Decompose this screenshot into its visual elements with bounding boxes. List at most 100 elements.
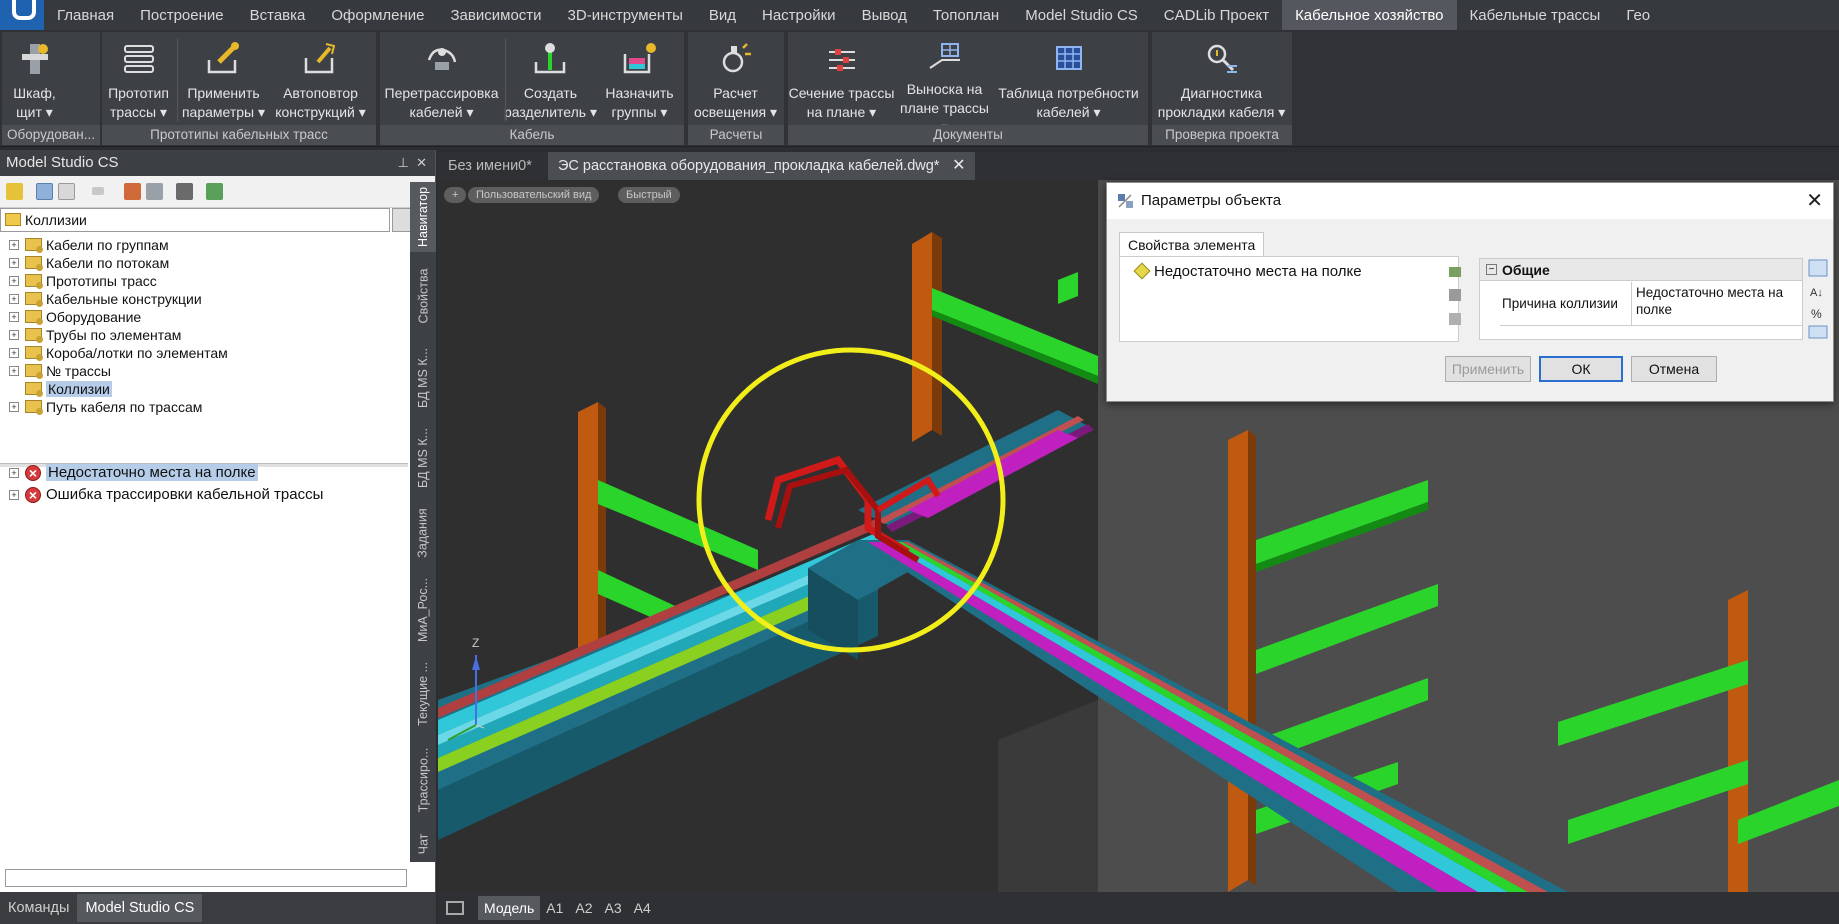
expand-icon[interactable]: + bbox=[9, 366, 19, 376]
tab-commands[interactable]: Команды bbox=[0, 894, 77, 922]
menu-geo[interactable]: Гео bbox=[1613, 0, 1663, 30]
collision-item[interactable]: +Недостаточно места на полке bbox=[0, 462, 408, 484]
expand-icon[interactable]: + bbox=[9, 276, 19, 286]
menu-output[interactable]: Вывод bbox=[849, 0, 920, 30]
element-item[interactable]: Недостаточно места на полке bbox=[1133, 262, 1362, 280]
minus-icon[interactable] bbox=[92, 187, 104, 195]
route-prototype-button[interactable]: Прототип трассы ▾ bbox=[102, 32, 176, 126]
apply-button[interactable]: Применить bbox=[1445, 356, 1531, 382]
tree-view-icon[interactable] bbox=[36, 183, 53, 200]
tree-item[interactable]: + Оборудование bbox=[0, 308, 408, 326]
expand-icon[interactable]: + bbox=[9, 240, 19, 250]
expand-icon[interactable]: + bbox=[9, 258, 19, 268]
menu-cadlib[interactable]: CADLib Проект bbox=[1151, 0, 1282, 30]
tree-item[interactable]: + Прототипы трасс bbox=[0, 272, 408, 290]
property-group-general[interactable]: − Общие bbox=[1480, 259, 1802, 281]
menu-insert[interactable]: Вставка bbox=[237, 0, 319, 30]
cabinet-button[interactable]: Шкаф, щит ▾ bbox=[2, 32, 68, 126]
menu-settings[interactable]: Настройки bbox=[749, 0, 849, 30]
tree-item[interactable]: + № трассы bbox=[0, 362, 408, 380]
callout-button[interactable]: Выноска на плане трассы ▾ bbox=[896, 32, 994, 135]
view-name-button[interactable]: Пользовательский вид bbox=[468, 187, 600, 203]
tree-item[interactable]: + Трубы по элементам bbox=[0, 326, 408, 344]
pin-icon[interactable]: ⊥ bbox=[398, 155, 409, 170]
expand-icon[interactable]: + bbox=[9, 348, 19, 358]
cable-laying-diagnostics-button[interactable]: Диагностика прокладки кабеля ▾ bbox=[1152, 32, 1292, 126]
tab-model[interactable]: Модель bbox=[478, 896, 541, 920]
vtab-current[interactable]: Текущие ... bbox=[410, 654, 436, 734]
settings-icon[interactable] bbox=[146, 183, 163, 200]
folder-icon bbox=[25, 346, 43, 361]
expand-icon[interactable]: + bbox=[9, 402, 19, 412]
tree-item[interactable]: + Кабели по потокам bbox=[0, 254, 408, 272]
tab-a2[interactable]: A2 bbox=[569, 896, 598, 920]
tab-a3[interactable]: A3 bbox=[599, 896, 628, 920]
binoculars-icon[interactable] bbox=[176, 183, 193, 200]
tree-item[interactable]: + Кабельные конструкции bbox=[0, 290, 408, 308]
viewport-menu-button[interactable]: + bbox=[444, 187, 467, 203]
list-view-icon[interactable] bbox=[58, 183, 75, 200]
tree-item[interactable]: + Кабели по группам bbox=[0, 236, 408, 254]
doc-tab-untitled[interactable]: Без имени0* bbox=[438, 152, 548, 180]
close-icon[interactable]: ✕ bbox=[416, 155, 427, 170]
panel-command-input[interactable] bbox=[5, 869, 407, 887]
apply-parameters-button[interactable]: Применить параметры ▾ bbox=[176, 32, 272, 126]
route-section-button[interactable]: Сечение трассы на плане ▾ bbox=[788, 32, 896, 126]
ok-button[interactable]: ОК bbox=[1539, 356, 1623, 382]
menu-view[interactable]: Вид bbox=[696, 0, 749, 30]
app-logo-icon[interactable] bbox=[0, 0, 44, 30]
export-icon[interactable] bbox=[206, 183, 223, 200]
vtab-mia[interactable]: МиА_Рос... bbox=[410, 570, 436, 650]
reroute-cables-button[interactable]: Перетрассировка кабелей ▾ bbox=[380, 32, 504, 126]
tab-element-properties[interactable]: Свойства элемента bbox=[1119, 232, 1265, 256]
expand-icon[interactable]: + bbox=[9, 294, 19, 304]
tab-model-studio[interactable]: Model Studio CS bbox=[77, 894, 203, 922]
svg-text:A↓: A↓ bbox=[1810, 287, 1823, 299]
menu-cable-routes[interactable]: Кабельные трассы bbox=[1457, 0, 1614, 30]
vtab-tasks[interactable]: Задания bbox=[410, 500, 436, 566]
tree-item-collisions[interactable]: Коллизии bbox=[0, 380, 408, 398]
property-value[interactable]: Недостаточно места на полке bbox=[1636, 284, 1800, 318]
layout-grid-icon[interactable] bbox=[446, 901, 464, 915]
vtab-navigator[interactable]: Навигатор bbox=[410, 182, 436, 252]
filter-combo[interactable]: Коллизии bbox=[0, 208, 390, 232]
tab-a1[interactable]: A1 bbox=[540, 896, 569, 920]
menu-home[interactable]: Главная bbox=[44, 0, 127, 30]
collapse-icon[interactable]: − bbox=[1486, 264, 1497, 275]
cancel-button[interactable]: Отмена bbox=[1631, 356, 1717, 382]
vtab-db-2[interactable]: БД MS К... bbox=[410, 420, 436, 496]
create-divider-button[interactable]: Создать разделитель ▾ bbox=[504, 32, 598, 126]
vtab-chat[interactable]: Чат bbox=[410, 826, 436, 862]
menu-format[interactable]: Оформление bbox=[318, 0, 437, 30]
menu-model-studio[interactable]: Model Studio CS bbox=[1012, 0, 1151, 30]
add-folder-icon[interactable] bbox=[6, 183, 23, 200]
vtab-db-1[interactable]: БД MS К... bbox=[410, 340, 436, 416]
tab-a4[interactable]: A4 bbox=[628, 896, 657, 920]
lighting-calc-button[interactable]: Расчет освещения ▾ bbox=[688, 32, 784, 126]
menu-build[interactable]: Построение bbox=[127, 0, 237, 30]
close-tab-icon[interactable]: ✕ bbox=[952, 152, 965, 180]
menu-3d-tools[interactable]: 3D-инструменты bbox=[555, 0, 696, 30]
refresh-icon[interactable] bbox=[124, 183, 141, 200]
property-row[interactable]: Причина коллизии Недостаточно места на п… bbox=[1500, 282, 1802, 326]
menu-cable-facilities[interactable]: Кабельное хозяйство bbox=[1282, 0, 1457, 30]
menu-dependencies[interactable]: Зависимости bbox=[438, 0, 555, 30]
expand-icon[interactable]: + bbox=[9, 490, 19, 500]
tree-item[interactable]: + Короба/лотки по элементам bbox=[0, 344, 408, 362]
filter-pick-button[interactable] bbox=[392, 208, 412, 232]
expand-icon[interactable]: + bbox=[9, 312, 19, 322]
doc-tab-active[interactable]: ЭС расстановка оборудования_прокладка ка… bbox=[548, 152, 976, 180]
expand-icon[interactable]: + bbox=[9, 330, 19, 340]
expand-icon[interactable]: + bbox=[9, 468, 19, 478]
close-icon[interactable]: ✕ bbox=[1806, 183, 1823, 219]
tree-item[interactable]: + Путь кабеля по трассам bbox=[0, 398, 408, 416]
collision-item[interactable]: +Ошибка трассировки кабельной трассы bbox=[0, 484, 408, 506]
dialog-title-bar[interactable]: Параметры объекта ✕ bbox=[1107, 183, 1833, 219]
vtab-routing[interactable]: Трассиро... bbox=[410, 738, 436, 822]
menu-topoplan[interactable]: Топоплан bbox=[920, 0, 1012, 30]
vtab-properties[interactable]: Свойства bbox=[410, 256, 436, 336]
visual-style-button[interactable]: Быстрый bbox=[618, 187, 680, 203]
assign-groups-button[interactable]: Назначить группы ▾ bbox=[598, 32, 682, 126]
auto-repeat-button[interactable]: Автоповтор конструкций ▾ bbox=[272, 32, 370, 126]
cable-demand-table-button[interactable]: Таблица потребности кабелей ▾ bbox=[994, 32, 1144, 126]
